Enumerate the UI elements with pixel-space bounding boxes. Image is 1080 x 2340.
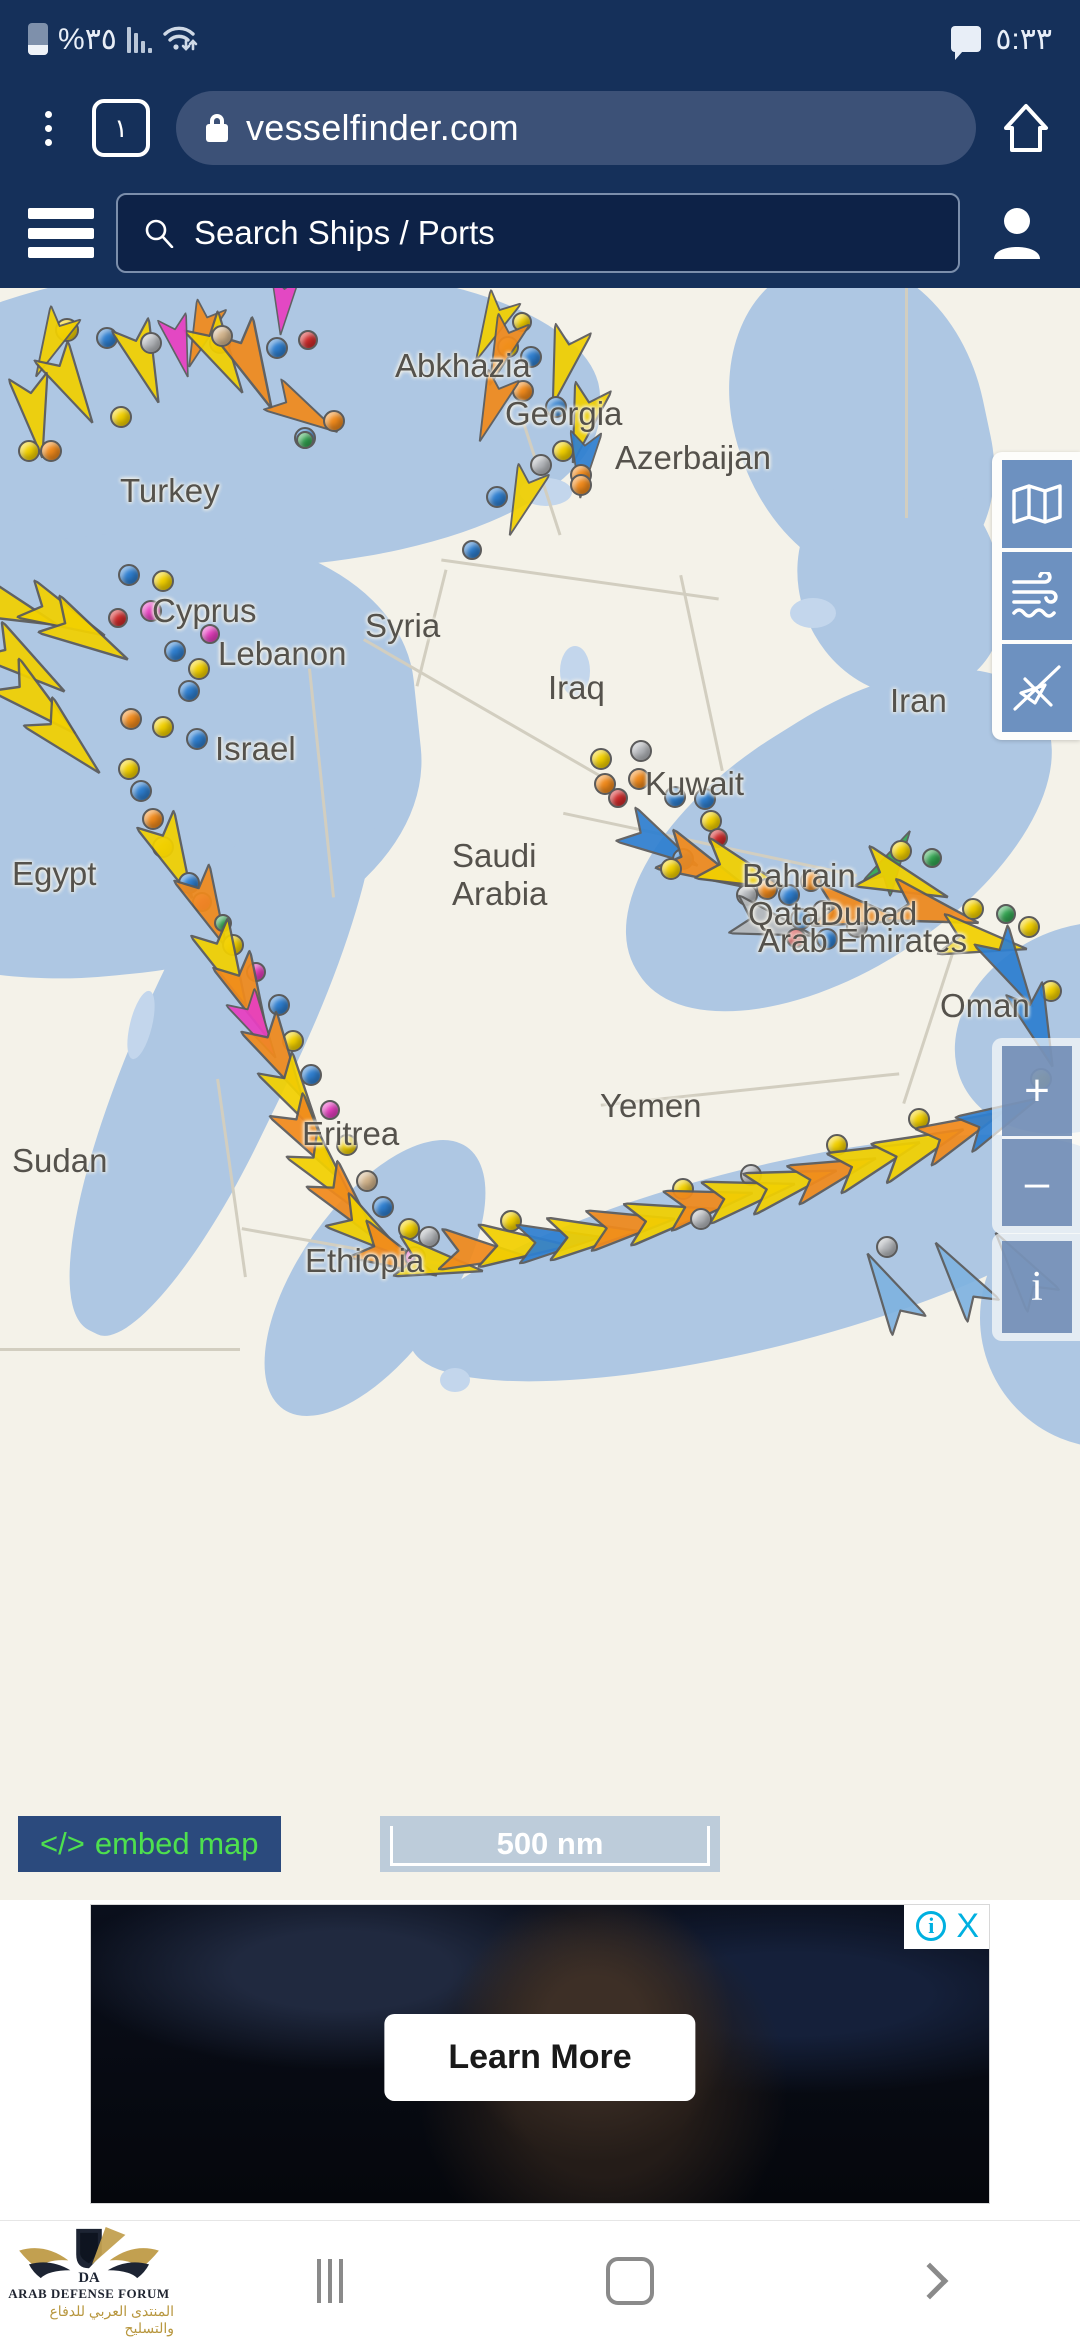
embed-code-glyph: </> (40, 1826, 85, 1861)
back-icon[interactable] (780, 2262, 1080, 2299)
advertisement-zone: i X Learn More (0, 1900, 1080, 2220)
search-icon (144, 218, 174, 249)
map-control-stack-top (992, 452, 1080, 740)
map-label-abkhazia: Abkhazia (395, 347, 531, 384)
map-scale-label: 500 nm (496, 1826, 604, 1861)
wifi-icon (162, 24, 198, 54)
map-label-iran: Iran (890, 682, 947, 719)
map-label-kuwait: Kuwait (645, 765, 745, 802)
svg-text:DA: DA (78, 2270, 100, 2286)
phone-screen: %٣٥ ٥:٣٣ ١ vesselfinder.com Search Ships… (0, 0, 1080, 2340)
map-zoom-controls: + – (992, 1038, 1080, 1234)
embed-map-label: embed map (94, 1826, 259, 1861)
tab-count-label: ١ (114, 113, 128, 143)
zoom-in-button[interactable]: + (1002, 1046, 1072, 1136)
lock-icon (206, 114, 228, 142)
url-bar[interactable]: vesselfinder.com (176, 91, 976, 165)
ad-learn-more-button[interactable]: Learn More (384, 2013, 696, 2101)
map-label-layer: TurkeyAbkhaziaGeorgiaAzerbaijanTurkmenis… (0, 288, 1080, 1900)
site-header: Search Ships / Ports (0, 178, 1080, 288)
search-placeholder-label: Search Ships / Ports (194, 214, 495, 251)
map-label-azerbaijan: Azerbaijan (615, 439, 771, 476)
signal-bars-icon (126, 25, 152, 53)
status-clock: ٥:٣٣ (995, 22, 1052, 56)
map-label-oman: Oman (940, 987, 1030, 1024)
android-nav-bar: DA ARAB DEFENSE FORUM المنتدى العربي للد… (0, 2220, 1080, 2340)
map-label-dubad: Dubad (820, 895, 918, 932)
forum-name-label: ARAB DEFENSE FORUM (8, 2286, 170, 2301)
map-label-iraq: Iraq (548, 669, 605, 706)
map-label-sudan: Sudan (12, 1142, 108, 1179)
map-label-saudi: Saudi (452, 837, 537, 874)
hamburger-icon[interactable] (26, 204, 96, 262)
ad-badge-group: i X (904, 1905, 989, 1949)
kebab-menu-icon[interactable] (26, 102, 70, 154)
map-label-qatar: Qatar (748, 895, 831, 932)
map-label-eritrea: Eritrea (302, 1115, 400, 1152)
map-label-egypt: Egypt (12, 855, 97, 892)
tab-switcher-button[interactable]: ١ (92, 99, 150, 157)
battery-icon (28, 23, 48, 55)
weather-wind-waves-icon[interactable] (1002, 552, 1072, 640)
map-label-yemen: Yemen (600, 1087, 702, 1124)
status-bar: %٣٥ ٥:٣٣ (0, 0, 1080, 78)
embed-map-button[interactable]: </> embed map (18, 1816, 281, 1872)
map-info-control: i (992, 1233, 1080, 1341)
map-layers-icon[interactable] (1002, 460, 1072, 548)
map-label-lebanon: Lebanon (218, 635, 347, 672)
map-label-arab-emirates: Arab Emirates (758, 922, 968, 959)
vessel-map[interactable]: TurkeyAbkhaziaGeorgiaAzerbaijanTurkmenis… (0, 288, 1080, 1900)
forum-name-arabic-label: المنتدى العربي للدفاع والتسليح (49, 2303, 174, 2336)
browser-toolbar: ١ vesselfinder.com (0, 78, 1080, 178)
home-icon[interactable] (998, 100, 1054, 156)
ad-banner[interactable]: i X Learn More (90, 1904, 990, 2204)
status-bar-left: %٣٥ (28, 22, 198, 57)
map-label-syria: Syria (365, 607, 441, 644)
map-label-bahrain: Bahrain (742, 857, 856, 894)
forum-watermark-logo: DA ARAB DEFENSE FORUM المنتدى العربي للد… (4, 2225, 174, 2337)
message-icon (951, 26, 982, 60)
shield-wings-icon: DA (19, 2226, 159, 2286)
map-label-arabia: Arabia (452, 875, 548, 912)
map-label-israel: Israel (215, 730, 296, 767)
battery-percent-label: %٣٥ (58, 22, 117, 56)
map-label-ethiopia: Ethiopia (305, 1242, 425, 1279)
home-button-icon[interactable] (480, 2256, 780, 2305)
url-text: vesselfinder.com (246, 107, 519, 148)
ad-close-icon[interactable]: X (956, 1909, 979, 1943)
map-info-button[interactable]: i (1002, 1241, 1072, 1333)
compass-route-icon[interactable] (1002, 644, 1072, 732)
map-label-cyprus: Cyprus (152, 592, 257, 629)
zoom-out-button[interactable]: – (1002, 1136, 1072, 1226)
status-bar-right: ٥:٣٣ (951, 22, 1052, 60)
map-label-georgia: Georgia (505, 395, 623, 432)
user-avatar-icon[interactable] (980, 196, 1054, 270)
search-input[interactable]: Search Ships / Ports (116, 193, 960, 273)
recents-icon[interactable] (180, 2258, 480, 2303)
map-scale-bar: 500 nm (380, 1816, 720, 1872)
adchoices-info-icon[interactable]: i (916, 1911, 947, 1941)
map-label-turkey: Turkey (120, 472, 220, 509)
